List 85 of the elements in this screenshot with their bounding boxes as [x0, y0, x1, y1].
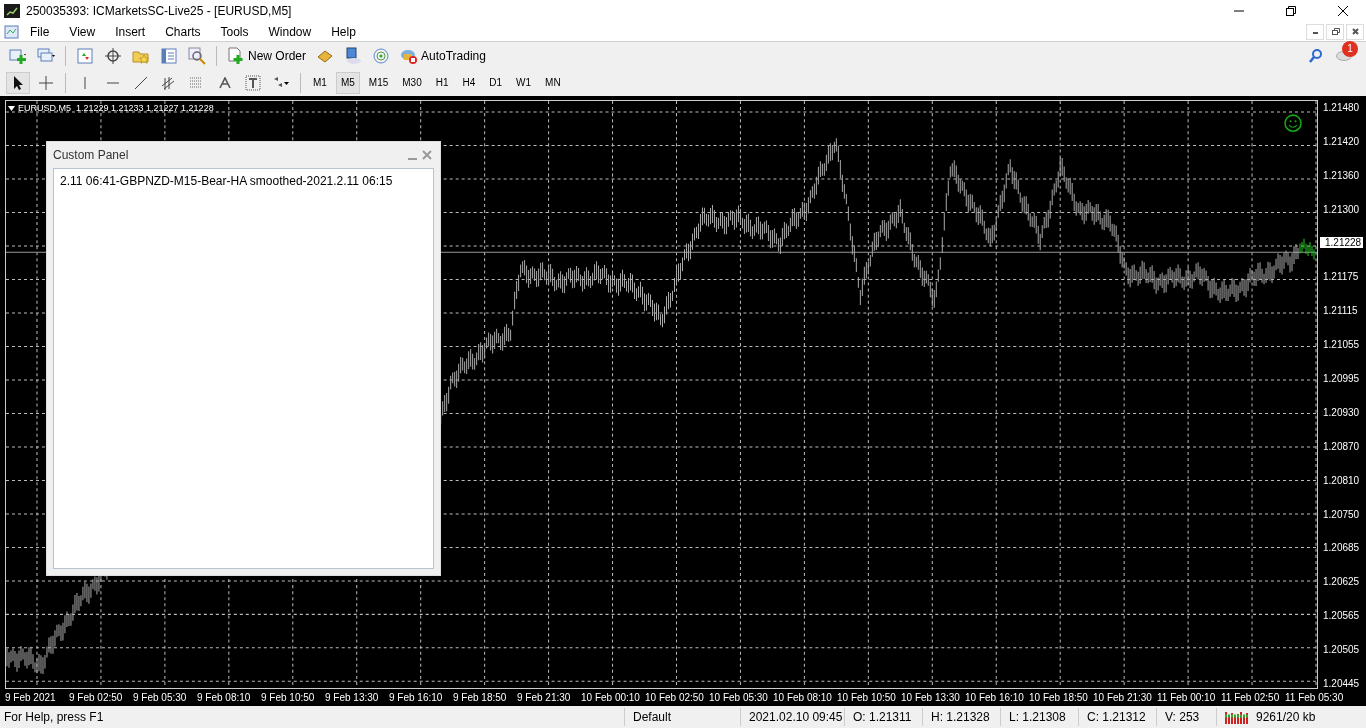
- connection-bars-icon: [1225, 710, 1251, 724]
- close-icon[interactable]: [420, 149, 434, 161]
- symbol-info: EURUSD,M5 1.21229 1.21233 1.21227 1.21228: [18, 102, 214, 115]
- time-label: 9 Feb 2021: [5, 691, 57, 705]
- low-price: L: 1.21308: [1009, 709, 1066, 726]
- app-logo-icon: [4, 4, 20, 18]
- mdi-minimize-button[interactable]: [1306, 23, 1324, 40]
- time-label: 10 Feb 18:50: [1029, 691, 1089, 705]
- time-label: 10 Feb 05:30: [709, 691, 769, 705]
- price-label: 1.20750: [1322, 508, 1361, 520]
- close-price: C: 1.21312: [1087, 709, 1146, 726]
- price-label: 1.21420: [1322, 135, 1361, 147]
- price-label: 1.20505: [1322, 644, 1361, 655]
- mdi-restore-icon: [1330, 27, 1340, 36]
- timeframe-button[interactable]: W1: [511, 71, 537, 94]
- price-label: 1.21175: [1322, 271, 1360, 283]
- timeframe-button[interactable]: M1: [308, 71, 332, 94]
- timeframe-button[interactable]: M30: [397, 71, 427, 94]
- price-label: 1.20810: [1322, 474, 1361, 486]
- time-label: 10 Feb 13:30: [901, 691, 961, 705]
- timeframe-button[interactable]: D1: [484, 71, 508, 94]
- traffic: 9261/20 kb: [1256, 709, 1316, 726]
- price-label: 1.21300: [1322, 203, 1361, 215]
- time-label: 10 Feb 10:50: [837, 691, 897, 705]
- time-label: 10 Feb 16:10: [965, 691, 1025, 705]
- time-label: 10 Feb 00:10: [581, 691, 641, 705]
- time-label: 10 Feb 21:30: [1093, 691, 1153, 705]
- time-label: 11 Feb 02:50: [1221, 691, 1281, 705]
- profile-name: Default: [633, 709, 672, 726]
- price-label: 1.20930: [1322, 406, 1361, 418]
- menu-item[interactable]: Charts: [155, 22, 211, 41]
- menu-item[interactable]: Window: [258, 22, 322, 41]
- timeframe-button[interactable]: M15: [363, 71, 394, 94]
- price-label: 1.20685: [1322, 542, 1361, 554]
- time-label: 9 Feb 10:50: [261, 691, 316, 705]
- mdi-restore-button[interactable]: [1326, 23, 1344, 40]
- price-label: 1.20995: [1322, 373, 1361, 384]
- panel-message: 2.11 06:41-GBPNZD-M15-Bear-HA smoothed-2021.2.11 06:15: [60, 173, 394, 190]
- time-label: 9 Feb 16:10: [389, 691, 444, 705]
- time-label: 11 Feb 05:30: [1285, 691, 1345, 705]
- auto-trading-button[interactable]: AutoTrading: [397, 44, 489, 67]
- smiley-icon: [1284, 114, 1302, 132]
- time-label: 9 Feb 13:30: [325, 691, 380, 705]
- menu-item[interactable]: File: [20, 22, 60, 41]
- menu-item[interactable]: View: [59, 22, 106, 41]
- menu-item[interactable]: Tools: [210, 22, 259, 41]
- timeframe-button[interactable]: M5: [335, 71, 360, 94]
- time-label: 9 Feb 05:30: [133, 691, 188, 705]
- mdi-close-button[interactable]: [1346, 23, 1364, 40]
- high-price: H: 1.21328: [931, 709, 990, 726]
- timeframe-button[interactable]: MN: [540, 71, 566, 94]
- time-label: 10 Feb 08:10: [773, 691, 833, 705]
- price-label: 1.20565: [1322, 610, 1361, 622]
- chart-window-icon[interactable]: [4, 23, 20, 40]
- time-label: 10 Feb 02:50: [645, 691, 705, 705]
- close-icon: [1338, 6, 1348, 16]
- latest-bars-drawing: [1299, 238, 1315, 260]
- time-label: 9 Feb 21:30: [517, 691, 572, 705]
- price-label: 1.21360: [1322, 169, 1361, 181]
- timeframe-button[interactable]: H4: [457, 71, 481, 94]
- dropdown-triangle-icon[interactable]: [8, 106, 15, 112]
- volume: V: 253: [1165, 709, 1200, 726]
- document-plus-icon: [227, 46, 245, 65]
- current-price-label: 1.21228: [1320, 237, 1364, 248]
- restore-icon: [1286, 6, 1296, 16]
- price-label: 1.21480: [1322, 102, 1361, 113]
- time-label: 9 Feb 18:50: [453, 691, 508, 705]
- bar-datetime: 2021.02.10 09:45: [749, 709, 843, 726]
- window-title: 250035393: ICMarketsSC-Live25 - [EURUSD,M5]: [26, 3, 292, 20]
- price-label: 1.21115: [1322, 305, 1359, 317]
- time-label: 9 Feb 08:10: [197, 691, 252, 705]
- price-label: 1.20870: [1322, 440, 1361, 452]
- price-label: 1.20445: [1322, 677, 1361, 689]
- time-label: 11 Feb 00:10: [1157, 691, 1217, 705]
- mdi-close-icon: [1350, 27, 1360, 36]
- menu-item[interactable]: Insert: [105, 22, 156, 41]
- price-label: 1.20625: [1322, 576, 1361, 588]
- open-price: O: 1.21311: [853, 709, 912, 726]
- help-text: For Help, press F1: [3, 709, 105, 726]
- time-label: 9 Feb 02:50: [69, 691, 124, 705]
- price-label: 1.21055: [1322, 339, 1361, 351]
- timeframe-button[interactable]: H1: [430, 71, 454, 94]
- new-order-button[interactable]: New Order: [224, 44, 309, 67]
- menu-item[interactable]: Help: [321, 22, 366, 41]
- panel-title: Custom Panel: [53, 147, 129, 164]
